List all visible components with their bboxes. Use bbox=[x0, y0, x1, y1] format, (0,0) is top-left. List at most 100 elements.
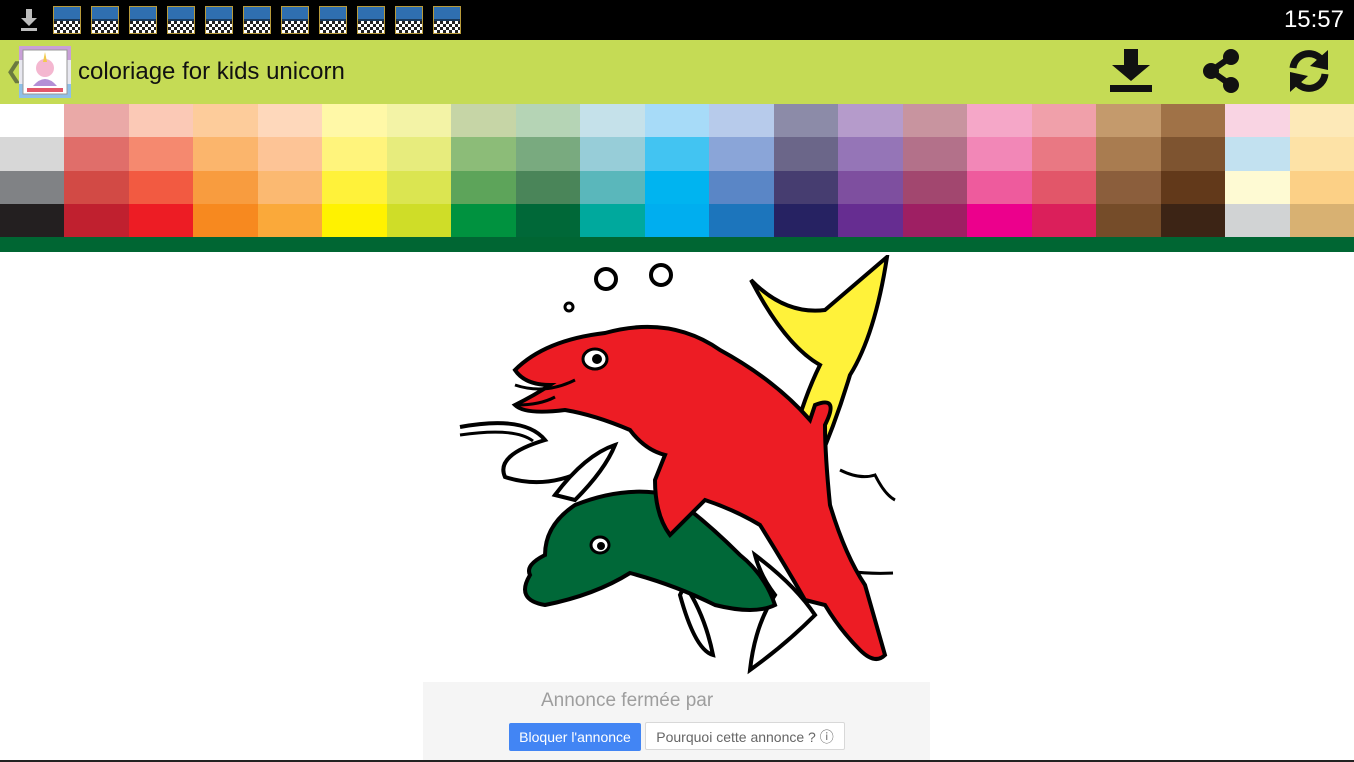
color-swatch[interactable] bbox=[1225, 104, 1290, 137]
color-swatch[interactable] bbox=[903, 204, 967, 237]
color-swatch[interactable] bbox=[645, 137, 709, 171]
color-swatch[interactable] bbox=[451, 137, 516, 171]
color-swatch[interactable] bbox=[1225, 171, 1290, 204]
color-swatch[interactable] bbox=[774, 204, 838, 237]
color-swatch[interactable] bbox=[258, 171, 322, 204]
color-swatch[interactable] bbox=[967, 104, 1032, 137]
ad-panel: Annonce fermée par Bloquer l'annonce Pou… bbox=[423, 682, 930, 762]
color-swatch[interactable] bbox=[903, 137, 967, 171]
color-swatch[interactable] bbox=[838, 104, 903, 137]
color-swatch[interactable] bbox=[1096, 204, 1161, 237]
why-this-ad-button[interactable]: Pourquoi cette annonce ? ⓘ bbox=[645, 722, 845, 750]
color-swatch[interactable] bbox=[0, 171, 64, 204]
color-swatch[interactable] bbox=[0, 204, 64, 237]
color-swatch[interactable] bbox=[580, 104, 645, 137]
color-swatch[interactable] bbox=[129, 171, 193, 204]
color-swatch[interactable] bbox=[1032, 204, 1096, 237]
color-swatch[interactable] bbox=[1096, 104, 1161, 137]
color-swatch[interactable] bbox=[838, 171, 903, 204]
color-swatch[interactable] bbox=[387, 171, 451, 204]
color-swatch[interactable] bbox=[193, 137, 258, 171]
color-swatch[interactable] bbox=[1096, 171, 1161, 204]
color-swatch[interactable] bbox=[387, 104, 451, 137]
color-swatch[interactable] bbox=[1161, 104, 1225, 137]
color-swatch[interactable] bbox=[1032, 137, 1096, 171]
color-swatch[interactable] bbox=[1161, 137, 1225, 171]
color-swatch[interactable] bbox=[451, 171, 516, 204]
color-swatch[interactable] bbox=[1290, 137, 1354, 171]
color-swatch[interactable] bbox=[129, 104, 193, 137]
color-swatch[interactable] bbox=[129, 137, 193, 171]
color-swatch[interactable] bbox=[1096, 137, 1161, 171]
color-swatch[interactable] bbox=[774, 104, 838, 137]
color-swatch[interactable] bbox=[516, 204, 580, 237]
refresh-button[interactable] bbox=[1283, 47, 1335, 99]
app-title: coloriage for kids unicorn bbox=[78, 58, 345, 85]
color-swatch[interactable] bbox=[322, 104, 387, 137]
color-swatch[interactable] bbox=[774, 171, 838, 204]
color-swatch[interactable] bbox=[1161, 171, 1225, 204]
bubble bbox=[649, 263, 673, 287]
color-swatch[interactable] bbox=[0, 137, 64, 171]
color-swatch[interactable] bbox=[451, 104, 516, 137]
color-swatch[interactable] bbox=[774, 137, 838, 171]
color-swatch[interactable] bbox=[709, 171, 774, 204]
color-swatch[interactable] bbox=[709, 104, 774, 137]
fixed-matches-app-icon bbox=[319, 6, 347, 34]
color-swatch[interactable] bbox=[838, 204, 903, 237]
color-swatch[interactable] bbox=[387, 137, 451, 171]
share-button[interactable] bbox=[1195, 47, 1247, 99]
color-swatch[interactable] bbox=[967, 204, 1032, 237]
app-bar: ❮ coloriage for kids unicorn bbox=[0, 40, 1354, 104]
color-swatch[interactable] bbox=[580, 204, 645, 237]
color-swatch[interactable] bbox=[258, 104, 322, 137]
color-swatch[interactable] bbox=[580, 137, 645, 171]
color-swatch[interactable] bbox=[1032, 104, 1096, 137]
download-button[interactable] bbox=[1105, 47, 1157, 99]
fixed-matches-app-icon bbox=[167, 6, 195, 34]
color-swatch[interactable] bbox=[838, 137, 903, 171]
color-swatch[interactable] bbox=[322, 137, 387, 171]
bubble bbox=[594, 267, 618, 291]
color-swatch[interactable] bbox=[64, 104, 129, 137]
color-swatch[interactable] bbox=[193, 171, 258, 204]
color-swatch[interactable] bbox=[580, 171, 645, 204]
color-swatch[interactable] bbox=[516, 171, 580, 204]
color-swatch[interactable] bbox=[451, 204, 516, 237]
color-swatch[interactable] bbox=[193, 204, 258, 237]
color-swatch[interactable] bbox=[64, 171, 129, 204]
color-swatch[interactable] bbox=[516, 104, 580, 137]
color-swatch[interactable] bbox=[322, 204, 387, 237]
color-swatch[interactable] bbox=[64, 137, 129, 171]
color-swatch[interactable] bbox=[322, 171, 387, 204]
color-swatch[interactable] bbox=[967, 137, 1032, 171]
status-bar: 15:57 bbox=[0, 0, 1354, 40]
color-swatch[interactable] bbox=[645, 171, 709, 204]
color-swatch[interactable] bbox=[709, 137, 774, 171]
color-swatch[interactable] bbox=[1290, 104, 1354, 137]
color-swatch[interactable] bbox=[903, 171, 967, 204]
color-swatch[interactable] bbox=[1290, 204, 1354, 237]
unicorn-app-logo[interactable] bbox=[19, 46, 71, 98]
bubble bbox=[563, 301, 575, 313]
color-swatch[interactable] bbox=[645, 204, 709, 237]
color-swatch[interactable] bbox=[903, 104, 967, 137]
color-swatch[interactable] bbox=[1161, 204, 1225, 237]
color-swatch[interactable] bbox=[645, 104, 709, 137]
color-swatch[interactable] bbox=[516, 137, 580, 171]
color-swatch[interactable] bbox=[387, 204, 451, 237]
color-swatch[interactable] bbox=[193, 104, 258, 137]
color-swatch[interactable] bbox=[709, 204, 774, 237]
color-swatch[interactable] bbox=[1225, 204, 1290, 237]
color-swatch[interactable] bbox=[1225, 137, 1290, 171]
color-swatch[interactable] bbox=[1032, 171, 1096, 204]
color-swatch[interactable] bbox=[129, 204, 193, 237]
block-ad-button[interactable]: Bloquer l'annonce bbox=[509, 723, 641, 751]
color-swatch[interactable] bbox=[64, 204, 129, 237]
color-swatch[interactable] bbox=[258, 137, 322, 171]
color-swatch[interactable] bbox=[0, 104, 64, 137]
color-swatch[interactable] bbox=[967, 171, 1032, 204]
drawing-canvas[interactable] bbox=[455, 251, 900, 675]
color-swatch[interactable] bbox=[1290, 171, 1354, 204]
color-swatch[interactable] bbox=[258, 204, 322, 237]
